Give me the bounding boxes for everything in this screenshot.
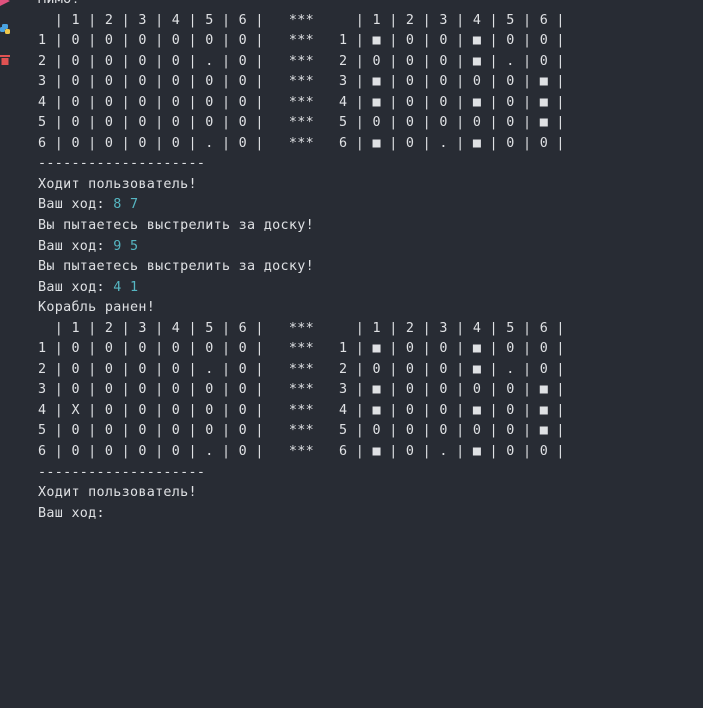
board-row: 2 | 0 | 0 | 0 | 0 | . | 0 | *** 2 | 0 | … xyxy=(38,361,565,377)
board-header: | 1 | 2 | 3 | 4 | 5 | 6 | *** | 1 | 2 | … xyxy=(38,12,565,28)
move-result: Корабль ранен! xyxy=(38,300,156,316)
turn-message: Ходит пользователь! xyxy=(38,176,197,192)
board-row: 1 | 0 | 0 | 0 | 0 | 0 | 0 | *** 1 | ■ | … xyxy=(38,33,565,49)
move-result: Вы пытаетесь выстрелить за доску! xyxy=(38,259,314,275)
trash-icon[interactable] xyxy=(0,55,10,65)
move-prompt-line: Ваш ход: 9 5 xyxy=(38,237,703,258)
board-header: | 1 | 2 | 3 | 4 | 5 | 6 | *** | 1 | 2 | … xyxy=(38,320,565,336)
python-icon[interactable] xyxy=(0,24,10,34)
board-row: 5 | 0 | 0 | 0 | 0 | 0 | 0 | *** 5 | 0 | … xyxy=(38,423,565,439)
separator-line: -------------------- xyxy=(38,156,206,172)
console-line: Мимо! xyxy=(38,0,703,11)
run-arrow-icon[interactable] xyxy=(0,0,10,6)
board-row: 1 | 0 | 0 | 0 | 0 | 0 | 0 | *** 1 | ■ | … xyxy=(38,341,565,357)
move-prompt-line: Ваш ход: 4 1 xyxy=(38,278,703,299)
turn-message: Ходит пользователь! xyxy=(38,485,197,501)
move-input: 9 5 xyxy=(113,238,139,254)
board-row: 6 | 0 | 0 | 0 | 0 | . | 0 | *** 6 | ■ | … xyxy=(38,444,565,460)
move-result: Вы пытаетесь выстрелить за доску! xyxy=(38,218,314,234)
move-prompt: Ваш ход: xyxy=(38,238,114,254)
move-prompt-line: Ваш ход: 8 7 xyxy=(38,195,703,216)
input-prompt[interactable]: Ваш ход: xyxy=(38,504,703,525)
board-row: 3 | 0 | 0 | 0 | 0 | 0 | 0 | *** 3 | ■ | … xyxy=(38,382,565,398)
board-row: 4 | X | 0 | 0 | 0 | 0 | 0 | *** 4 | ■ | … xyxy=(38,402,565,418)
console-output: Мимо! | 1 | 2 | 3 | 4 | 5 | 6 | *** | 1 … xyxy=(38,0,703,524)
move-input: 8 7 xyxy=(113,197,139,213)
console-gutter xyxy=(0,0,14,708)
move-input: 4 1 xyxy=(113,279,139,295)
board-row: 5 | 0 | 0 | 0 | 0 | 0 | 0 | *** 5 | 0 | … xyxy=(38,115,565,131)
board-row: 2 | 0 | 0 | 0 | 0 | . | 0 | *** 2 | 0 | … xyxy=(38,53,565,69)
move-prompt: Ваш ход: xyxy=(38,279,114,295)
move-prompt: Ваш ход: xyxy=(38,197,114,213)
board-row: 4 | 0 | 0 | 0 | 0 | 0 | 0 | *** 4 | ■ | … xyxy=(38,94,565,110)
separator-line: -------------------- xyxy=(38,464,206,480)
board-row: 6 | 0 | 0 | 0 | 0 | . | 0 | *** 6 | ■ | … xyxy=(38,135,565,151)
board-row: 3 | 0 | 0 | 0 | 0 | 0 | 0 | *** 3 | ■ | … xyxy=(38,74,565,90)
